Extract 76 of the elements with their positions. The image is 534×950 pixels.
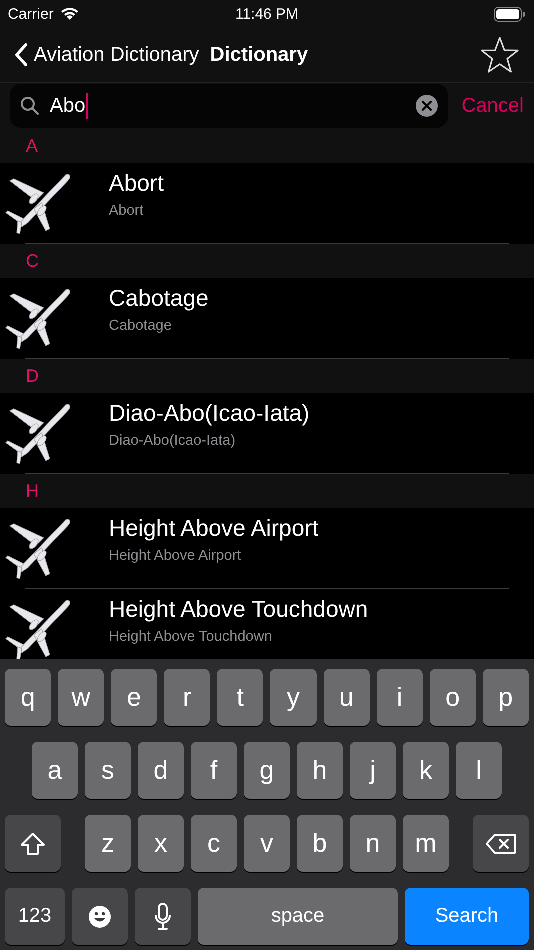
airplane-icon [4, 401, 72, 465]
close-icon [416, 95, 438, 117]
section-letter: H [26, 480, 39, 502]
smiley-icon [88, 904, 112, 928]
wifi-icon [60, 7, 80, 21]
favorite-button[interactable] [480, 36, 520, 74]
term-title: Abort [109, 170, 164, 197]
key[interactable]: l [456, 742, 502, 799]
airplane-icon [4, 516, 72, 580]
delete-key[interactable] [473, 815, 529, 872]
section-letter: C [26, 250, 39, 272]
term-title: Height Above Airport [109, 515, 319, 542]
nav-title: Dictionary [210, 44, 310, 66]
key[interactable]: n [350, 815, 396, 872]
airplane-icon [4, 597, 72, 659]
key[interactable]: x [138, 815, 184, 872]
term-row[interactable]: Cabotage Cabotage [0, 278, 534, 359]
key[interactable]: u [324, 669, 370, 726]
airplane-icon [4, 286, 72, 350]
term-subtitle: Diao-Abo(Icao-Iata) [109, 433, 237, 449]
key[interactable]: e [111, 669, 158, 726]
term-title: Diao-Abo(Icao-Iata) [109, 400, 310, 427]
term-title: Cabotage [109, 285, 209, 312]
key[interactable]: i [376, 669, 423, 726]
airplane-icon [4, 171, 72, 235]
key[interactable]: j [350, 742, 396, 799]
microphone-icon [154, 902, 172, 930]
backspace-icon [485, 832, 517, 854]
key[interactable]: q [5, 669, 52, 726]
dictation-key[interactable] [135, 888, 191, 945]
key[interactable]: w [58, 669, 104, 726]
term-title: Height Above Touchdown [109, 596, 368, 623]
star-icon [480, 36, 520, 74]
search-key[interactable]: Search [405, 888, 529, 945]
cancel-button[interactable]: Cancel [462, 94, 524, 118]
back-button[interactable]: Aviation Dictionary [14, 43, 200, 67]
term-subtitle: Height Above Airport [109, 548, 242, 564]
key[interactable]: r [164, 669, 210, 726]
section-letter: A [26, 136, 38, 156]
key[interactable]: b [297, 815, 343, 872]
term-row[interactable]: Abort Abort [0, 163, 534, 244]
key[interactable]: m [403, 815, 449, 872]
chevron-left-icon [14, 43, 28, 67]
battery-icon [494, 6, 526, 22]
carrier-name: Carrier [8, 6, 54, 22]
key[interactable]: c [191, 815, 237, 872]
key[interactable]: h [297, 742, 343, 799]
search-icon [20, 96, 40, 116]
key[interactable]: v [244, 815, 290, 872]
clear-button[interactable] [416, 95, 438, 117]
key[interactable]: y [270, 669, 317, 726]
key[interactable]: k [403, 742, 449, 799]
term-subtitle: Cabotage [109, 318, 173, 334]
term-row[interactable]: Diao-Abo(Icao-Iata) Diao-Abo(Icao-Iata) [0, 393, 534, 474]
key[interactable]: t [217, 669, 264, 726]
key[interactable]: o [430, 669, 476, 726]
term-subtitle: Height Above Touchdown [109, 629, 274, 645]
space-key[interactable]: space [198, 888, 398, 945]
key[interactable]: g [244, 742, 290, 799]
term-subtitle: Abort [109, 203, 145, 219]
text-cursor [86, 93, 88, 119]
key[interactable]: a [32, 742, 78, 799]
shift-icon [20, 832, 46, 856]
emoji-key[interactable] [72, 888, 128, 945]
section-letter: D [26, 366, 39, 386]
key[interactable]: p [482, 669, 529, 726]
search-field[interactable]: Abo [10, 84, 448, 128]
key[interactable]: s [85, 742, 131, 799]
key[interactable]: z [85, 815, 131, 872]
key[interactable]: d [138, 742, 184, 799]
numbers-key[interactable]: 123 [5, 888, 65, 945]
status-time: 11:46 PM [235, 6, 299, 22]
key[interactable]: f [191, 742, 237, 799]
term-row[interactable]: Height Above Airport Height Above Airport [0, 508, 534, 589]
search-text: Abo [50, 94, 86, 118]
shift-key[interactable] [5, 815, 61, 872]
